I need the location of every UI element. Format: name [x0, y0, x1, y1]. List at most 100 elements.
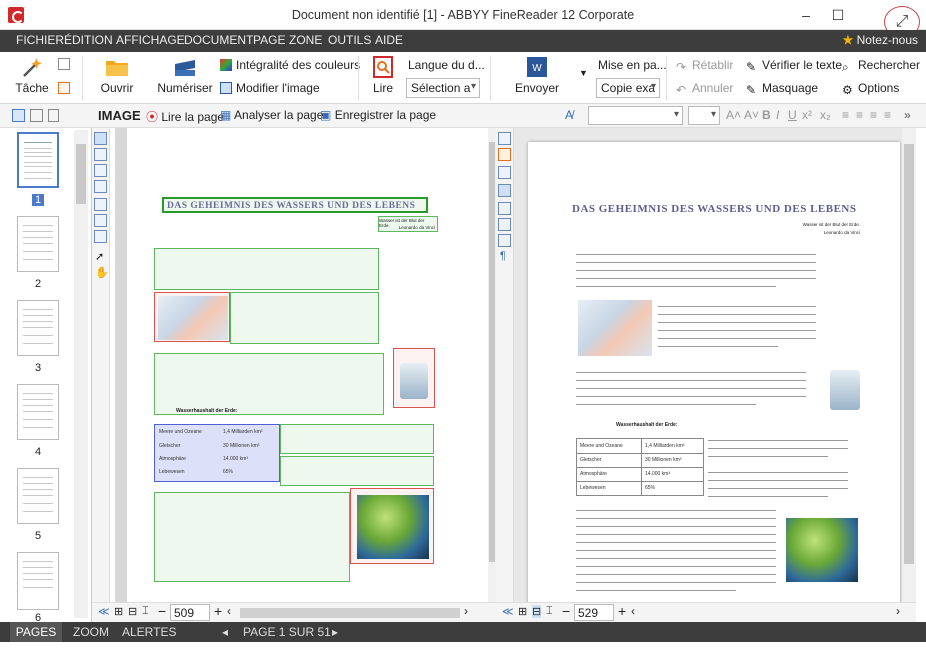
page-thumbnail[interactable]	[17, 468, 59, 524]
picture-zone[interactable]	[350, 488, 434, 564]
scroll-right-icon[interactable]: ›	[464, 604, 468, 618]
picture-area-tool-icon[interactable]	[94, 148, 107, 161]
search-button[interactable]: ⌕ Rechercher	[842, 58, 920, 74]
text-zoom-select[interactable]: 529	[574, 604, 614, 621]
open-button[interactable]: Ouvrir	[96, 56, 138, 95]
save-page-button[interactable]: ▣ Enregistrer la page	[320, 108, 436, 122]
crop-tool-icon[interactable]	[94, 214, 107, 227]
prev-page-icon[interactable]: ◂	[222, 625, 228, 639]
text-scrollbar[interactable]	[902, 128, 916, 602]
italic-icon[interactable]: I	[776, 108, 779, 122]
fit-width-icon[interactable]: ⊟	[532, 605, 542, 618]
task-doc-icon[interactable]	[58, 57, 74, 71]
scroll-thumb[interactable]	[489, 142, 495, 562]
scroll-thumb[interactable]	[76, 144, 86, 204]
zoom-in-icon[interactable]: +	[214, 603, 222, 619]
text-area-tool-icon[interactable]	[94, 132, 107, 145]
table-view-icon[interactable]	[498, 166, 511, 179]
page-thumbnail[interactable]	[17, 216, 59, 272]
full-color-button[interactable]: Intégralité des couleurs	[220, 58, 360, 72]
paragraph-icon[interactable]: ¶	[500, 250, 506, 262]
analyze-page-button[interactable]: ▦ Analyser la page	[220, 108, 323, 122]
send-button[interactable]: W Envoyer	[512, 56, 562, 95]
font-size-dropdown[interactable]	[688, 106, 720, 125]
task-export-icon[interactable]	[58, 81, 74, 95]
text-zone[interactable]	[154, 353, 384, 415]
menu-zone[interactable]: ZONE	[289, 33, 322, 47]
text-zone[interactable]	[154, 492, 350, 582]
next-page-icon[interactable]: ▸	[332, 625, 338, 639]
format-icon[interactable]	[498, 148, 511, 161]
pointer-tool-icon[interactable]: ➚	[95, 250, 104, 263]
minimize-icon[interactable]: –	[790, 0, 822, 30]
scroll-thumb[interactable]	[904, 144, 914, 564]
bold-icon[interactable]: B	[762, 108, 771, 122]
select-area-tool-icon[interactable]	[94, 198, 107, 211]
menu-document[interactable]: DOCUMENT	[184, 33, 253, 47]
fit-page-icon[interactable]: ⊞	[114, 605, 123, 618]
page-thumbnail[interactable]	[17, 384, 59, 440]
zoom-out-icon[interactable]: −	[158, 603, 166, 619]
menu-page[interactable]: PAGE	[253, 33, 285, 47]
text-zone[interactable]	[280, 456, 434, 486]
fit-width-icon[interactable]: ⊟	[128, 605, 137, 618]
zoom-in-icon[interactable]: +	[618, 603, 626, 619]
edit-image-button[interactable]: Modifier l'image	[220, 81, 320, 95]
page-properties-icon[interactable]	[48, 109, 59, 122]
align-center-icon[interactable]: ≡	[856, 108, 863, 122]
pages-scrollbar[interactable]	[74, 130, 88, 618]
thumbnail-view-icon[interactable]	[12, 109, 25, 122]
scan-button[interactable]: Numériser	[154, 56, 216, 95]
justify-icon[interactable]: ≡	[884, 108, 891, 122]
menu-affichage[interactable]: AFFICHAGE	[116, 33, 185, 47]
menu-outils[interactable]: OUTILS	[328, 33, 371, 47]
text-zone[interactable]	[280, 424, 434, 454]
page-thumbnail[interactable]	[17, 132, 59, 188]
rate-us-button[interactable]: ★ Notez-nous	[843, 33, 918, 47]
picture-view-icon[interactable]	[498, 218, 511, 231]
epigraph-zone[interactable]: Wasser ist der Blut der Erde. Leonardo d…	[378, 216, 438, 232]
more-tools-icon[interactable]: »	[904, 108, 911, 122]
horizontal-scroll-thumb[interactable]	[240, 608, 460, 618]
menu-fichier[interactable]: FICHIER	[16, 33, 64, 47]
font-style-dropdown[interactable]	[588, 106, 683, 125]
hand-tool-icon[interactable]: ✋	[95, 266, 109, 279]
read-button[interactable]: Lire	[366, 56, 400, 95]
grow-font-icon[interactable]: A˄	[726, 108, 741, 122]
send-dropdown-icon[interactable]: ▼	[579, 68, 588, 78]
image-scrollbar[interactable]	[488, 128, 496, 602]
details-view-icon[interactable]	[30, 109, 43, 122]
picture-zone[interactable]	[393, 348, 435, 408]
task-button[interactable]: Tâche	[12, 56, 52, 95]
actual-size-icon[interactable]: ⌶	[546, 605, 553, 618]
underline-icon[interactable]: U	[788, 108, 797, 122]
layout-dropdown[interactable]: Copie exa	[596, 78, 660, 98]
order-areas-tool-icon[interactable]	[94, 230, 107, 243]
print-view-icon[interactable]	[498, 234, 511, 247]
subscript-icon[interactable]: x₂	[820, 108, 831, 122]
collapse-icon[interactable]: ≪	[98, 605, 110, 618]
layout-view-icon[interactable]	[498, 184, 511, 197]
masking-button[interactable]: ✎ Masquage	[746, 81, 818, 97]
background-area-tool-icon[interactable]	[94, 180, 107, 193]
zoom-tab[interactable]: ZOOM	[73, 625, 109, 639]
menu-edition[interactable]: ÉDITION	[64, 33, 113, 47]
read-page-button[interactable]: ⦿ Lire la page	[146, 108, 224, 125]
scroll-left-icon[interactable]: ‹	[631, 604, 635, 618]
shrink-font-icon[interactable]: A˅	[744, 108, 759, 122]
picture-zone[interactable]	[154, 292, 230, 342]
actual-size-icon[interactable]: ⌶	[142, 605, 149, 618]
language-dropdown[interactable]: Sélection a	[406, 78, 480, 98]
superscript-icon[interactable]: x²	[802, 108, 812, 122]
scroll-left-icon[interactable]: ‹	[227, 604, 231, 618]
verify-text-button[interactable]: ✎ Vérifier le texte	[746, 58, 842, 74]
maximize-icon[interactable]: ☐	[822, 0, 854, 30]
alerts-tab[interactable]: ALERTES	[122, 625, 176, 639]
menu-aide[interactable]: AIDE	[375, 33, 403, 47]
text-style-icon[interactable]: A̸	[565, 108, 573, 122]
verify-view-icon[interactable]	[498, 202, 511, 215]
options-button[interactable]: ⚙ Options	[842, 81, 899, 97]
pages-tab[interactable]: PAGES	[10, 622, 62, 642]
scroll-right-icon[interactable]: ›	[896, 604, 900, 618]
collapse-icon[interactable]: ≪	[502, 605, 514, 618]
